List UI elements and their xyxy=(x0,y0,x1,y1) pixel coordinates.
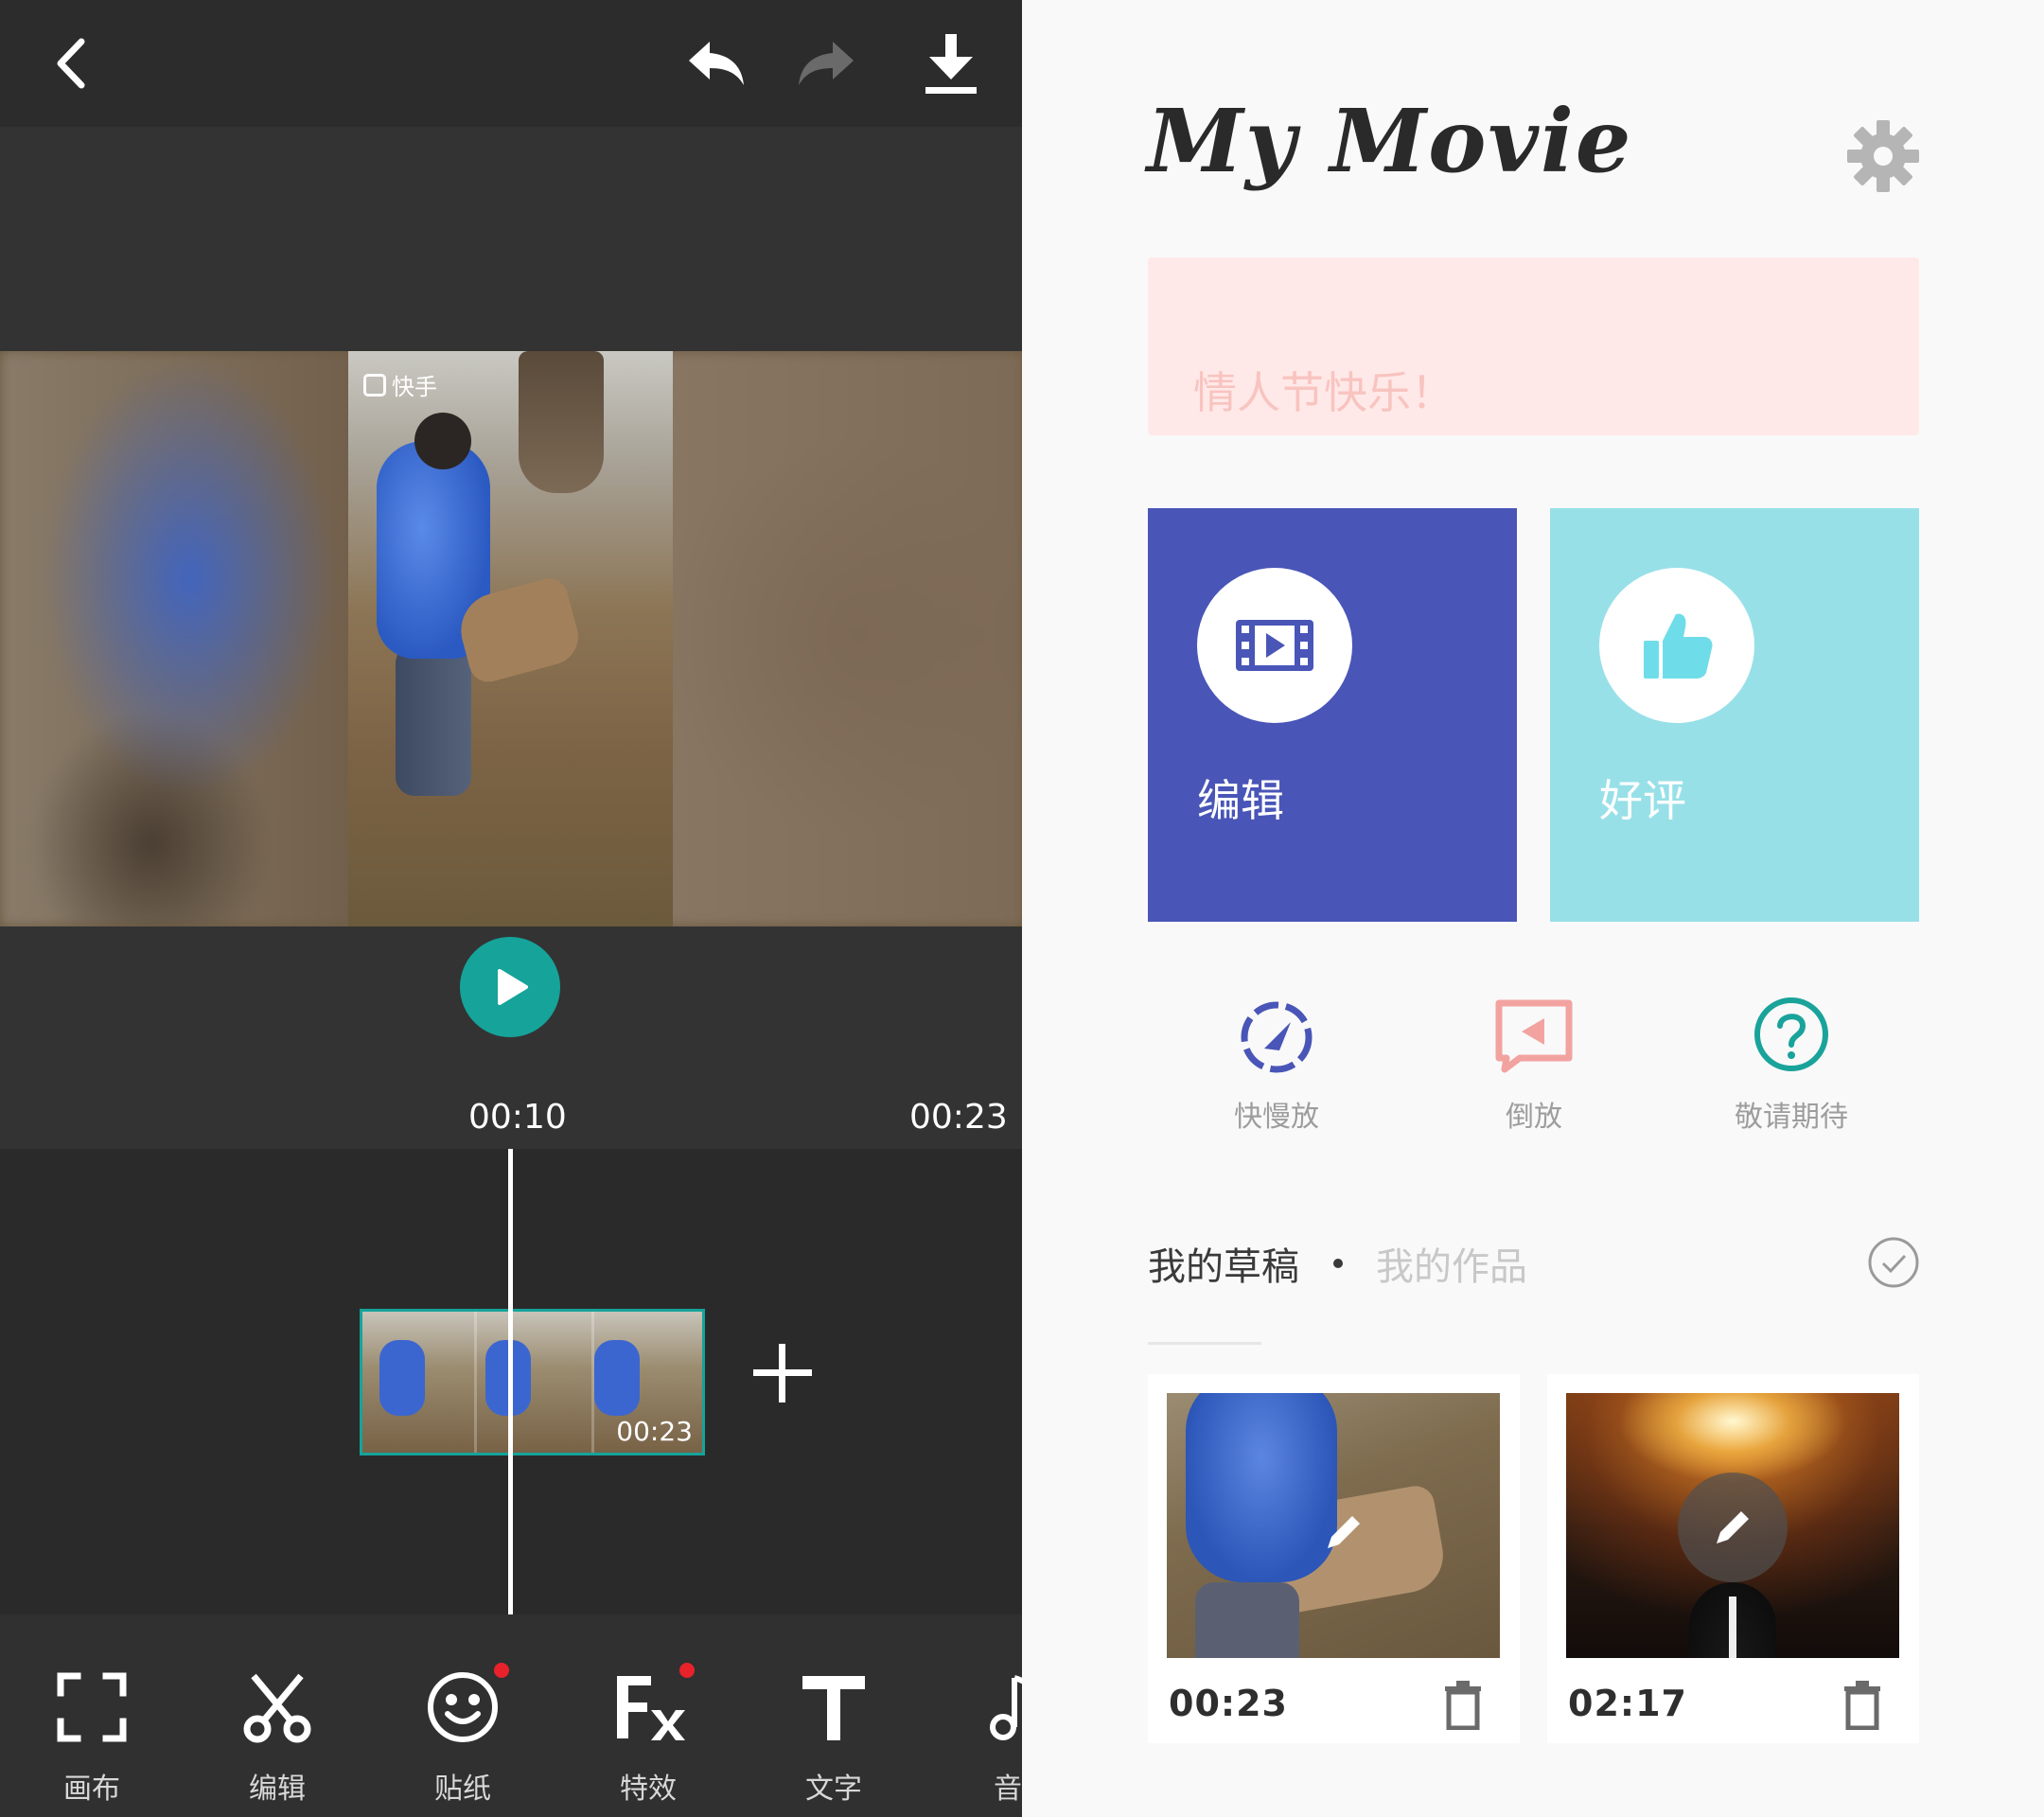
home-screen: My Movie 情人节快乐！ 编辑 好评 快慢放 倒放 敬请期待 我的草稿 我… xyxy=(1022,0,2044,1817)
trash-icon[interactable] xyxy=(1439,1679,1487,1730)
tab-drafts[interactable]: 我的草稿 xyxy=(1148,1236,1299,1291)
thumbs-up-icon xyxy=(1644,613,1713,679)
playhead[interactable] xyxy=(508,1149,513,1614)
redo-icon[interactable] xyxy=(791,28,861,98)
rate-card[interactable]: 好评 xyxy=(1550,508,1919,922)
feature-reverse[interactable]: 倒放 xyxy=(1439,994,1629,1135)
feature-coming-soon[interactable]: 敬请期待 xyxy=(1697,994,1886,1135)
tool-canvas[interactable]: 画布 xyxy=(21,1667,163,1807)
edit-pencil-icon[interactable] xyxy=(1318,1507,1369,1558)
promo-banner[interactable]: 情人节快乐！ xyxy=(1148,257,1919,435)
play-icon xyxy=(498,969,528,1005)
tool-music[interactable]: 音 xyxy=(937,1667,1022,1807)
check-circle-icon xyxy=(1868,1237,1919,1288)
total-time: 00:23 xyxy=(909,1098,1008,1137)
kuaishou-logo-icon xyxy=(363,373,386,397)
drafts-works-tabs: 我的草稿 我的作品 xyxy=(1148,1236,1919,1293)
draft-thumbnail[interactable] xyxy=(1566,1393,1899,1658)
reverse-play-icon xyxy=(1495,999,1573,1073)
undo-icon[interactable] xyxy=(681,28,751,98)
draft-thumbnail[interactable] xyxy=(1167,1393,1500,1658)
timeline-clip[interactable]: 00:23 xyxy=(360,1309,705,1455)
video-preview[interactable]: 快手 xyxy=(0,351,1022,926)
text-t-icon xyxy=(793,1667,874,1748)
tool-effects[interactable]: 特效 xyxy=(577,1663,719,1807)
settings-button[interactable] xyxy=(1845,118,1921,194)
edit-card[interactable]: 编辑 xyxy=(1148,508,1517,922)
music-note-icon xyxy=(967,1667,1022,1748)
clip-duration: 00:23 xyxy=(616,1416,693,1447)
select-button[interactable] xyxy=(1867,1236,1920,1289)
speed-dial-icon xyxy=(1241,1001,1313,1073)
tab-separator-dot xyxy=(1333,1259,1343,1268)
play-button[interactable] xyxy=(460,937,560,1037)
question-icon xyxy=(1754,997,1828,1071)
edit-card-label: 编辑 xyxy=(1197,775,1284,826)
video-editor-screen: 快手 00:10 00:23 00:23 画布 编辑 贴纸 特效 文字 音 xyxy=(0,0,1022,1817)
add-clip-button[interactable] xyxy=(748,1338,818,1408)
video-frame: 快手 xyxy=(348,351,673,926)
tool-edit[interactable]: 编辑 xyxy=(206,1667,348,1807)
film-play-icon xyxy=(1236,620,1313,671)
edit-pencil-icon xyxy=(1717,1511,1749,1544)
rate-card-label: 好评 xyxy=(1599,775,1686,826)
edit-pencil-button[interactable] xyxy=(1678,1473,1788,1582)
editor-toolbar: 画布 编辑 贴纸 特效 文字 音 xyxy=(0,1614,1022,1817)
sticker-badge xyxy=(494,1663,509,1678)
trash-icon[interactable] xyxy=(1839,1679,1886,1730)
draft-card[interactable]: 00:23 xyxy=(1148,1374,1520,1743)
draft-duration: 02:17 xyxy=(1568,1683,1687,1724)
current-time: 00:10 xyxy=(468,1098,567,1137)
plus-icon xyxy=(753,1344,812,1402)
gear-icon xyxy=(1847,120,1919,192)
draft-duration: 00:23 xyxy=(1169,1683,1288,1724)
app-title: My Movie xyxy=(1147,90,1633,192)
smiley-icon xyxy=(422,1663,509,1748)
tab-underline xyxy=(1148,1342,1261,1345)
draft-card[interactable]: 02:17 xyxy=(1547,1374,1919,1743)
tool-text[interactable]: 文字 xyxy=(763,1667,905,1807)
tool-sticker[interactable]: 贴纸 xyxy=(392,1663,534,1807)
editor-top-bar xyxy=(0,0,1022,127)
fx-icon xyxy=(608,1663,695,1748)
tab-works[interactable]: 我的作品 xyxy=(1376,1236,1527,1291)
banner-text: 情人节快乐！ xyxy=(1193,367,1454,418)
canvas-frame-icon xyxy=(51,1667,132,1748)
feature-speed[interactable]: 快慢放 xyxy=(1182,994,1371,1135)
back-arrow-icon[interactable] xyxy=(38,28,108,98)
download-icon[interactable] xyxy=(916,28,986,98)
scissors-icon xyxy=(237,1667,318,1748)
effects-badge xyxy=(679,1663,695,1678)
kuaishou-watermark: 快手 xyxy=(363,368,437,401)
